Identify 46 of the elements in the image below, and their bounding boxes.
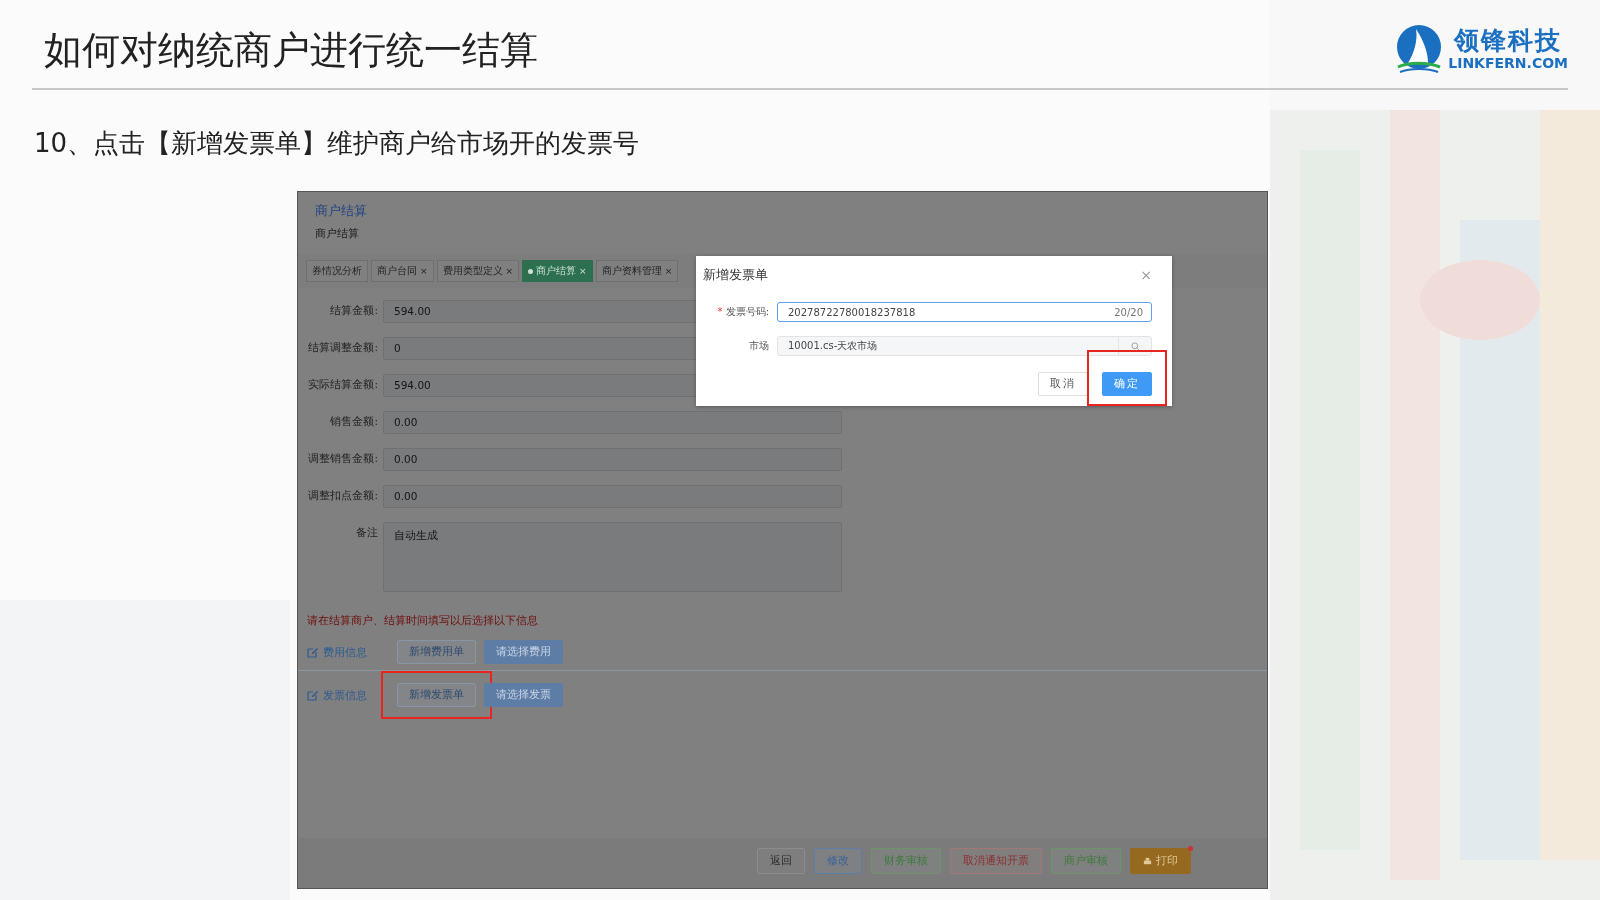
edit-icon bbox=[307, 689, 319, 701]
invoice-number-field[interactable]: 20278722780018237818 20/20 bbox=[777, 302, 1152, 322]
field-label: 结算调整金额: bbox=[307, 340, 378, 355]
amount-field[interactable]: 0.00 bbox=[383, 485, 842, 508]
breadcrumb[interactable]: 商户结算 bbox=[315, 202, 1250, 220]
tab[interactable]: 商户结算 × bbox=[522, 260, 593, 282]
dialog-title: 新增发票单 bbox=[703, 266, 768, 284]
required-mark: * bbox=[717, 306, 723, 317]
page-title: 商户结算 bbox=[315, 226, 360, 241]
tab[interactable]: 费用类型定义 × bbox=[436, 260, 520, 282]
tab[interactable]: 券情况分析 bbox=[306, 260, 368, 282]
field-label: 销售金额: bbox=[329, 414, 378, 429]
confirm-button[interactable]: 确定 bbox=[1102, 372, 1152, 396]
cancel-button[interactable]: 取消 bbox=[1038, 372, 1088, 396]
field-label: 市场 bbox=[749, 340, 769, 351]
logo-name: 领锋科技 bbox=[1454, 27, 1563, 55]
section-button[interactable]: 新增发票单 bbox=[397, 683, 476, 707]
footer-button[interactable]: 取消通知开票 bbox=[950, 848, 1042, 874]
step-text: 10、点击【新增发票单】维护商户给市场开的发票号 bbox=[34, 127, 641, 160]
market-field[interactable]: 10001.cs-天农市场 bbox=[777, 336, 1152, 356]
field-label: 备注 bbox=[355, 525, 378, 540]
logo-site: LINKFERN.COM bbox=[1448, 54, 1568, 71]
search-icon bbox=[1130, 341, 1140, 351]
footer-button[interactable]: 打印 bbox=[1130, 848, 1191, 874]
section-button[interactable]: 请选择费用 bbox=[484, 640, 563, 664]
amount-field[interactable]: 0.00 bbox=[383, 411, 842, 434]
hint-text: 请在结算商户、结算时间填写以后选择以下信息 bbox=[307, 614, 539, 628]
remark-textarea[interactable]: 自动生成 bbox=[383, 522, 842, 592]
close-button[interactable]: × bbox=[1140, 267, 1152, 283]
printer-icon bbox=[1143, 856, 1152, 866]
tab[interactable]: 商户资料管理 × bbox=[595, 260, 679, 282]
field-label: 发票号码: bbox=[725, 306, 769, 317]
section-button[interactable]: 请选择发票 bbox=[484, 683, 563, 707]
notification-dot bbox=[1188, 846, 1193, 851]
field-label: 结算金额: bbox=[329, 303, 378, 318]
field-label: 实际结算金额: bbox=[307, 377, 378, 392]
amount-field[interactable]: 0.00 bbox=[383, 448, 842, 471]
section-title: 发票信息 bbox=[323, 687, 367, 703]
section-title: 费用信息 bbox=[323, 644, 367, 660]
slide-title: 如何对纳统商户进行统一结算 bbox=[43, 26, 538, 74]
field-label: 调整销售金额: bbox=[307, 451, 378, 466]
footer-button[interactable]: 返回 bbox=[757, 848, 805, 874]
field-label: 调整扣点金额: bbox=[307, 488, 378, 503]
section-button[interactable]: 新增费用单 bbox=[397, 640, 476, 664]
edit-icon bbox=[307, 646, 319, 658]
tab[interactable]: 商户台同 × bbox=[371, 260, 434, 282]
